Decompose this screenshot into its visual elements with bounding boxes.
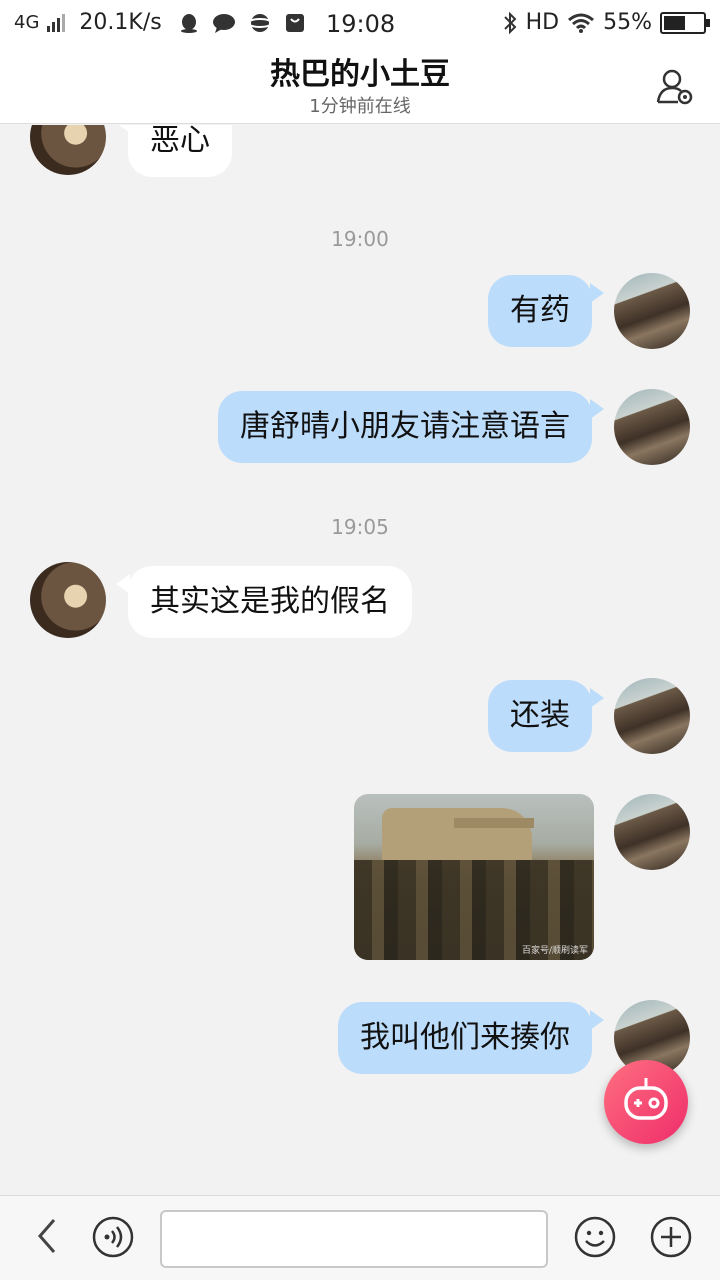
my-avatar[interactable] (614, 273, 690, 349)
timestamp: 19:05 (331, 515, 389, 539)
photo-tank (382, 808, 532, 868)
contact-avatar[interactable] (30, 562, 106, 638)
signal-icon (47, 13, 66, 32)
clock: 19:08 (326, 10, 396, 38)
chat-bubble-icon (212, 13, 235, 33)
online-status: 1分钟前在线 (309, 96, 411, 117)
back-arrow-icon[interactable] (30, 1216, 66, 1256)
image-message[interactable]: 百家号/顺刷读军 (354, 794, 594, 960)
timestamp: 19:00 (331, 227, 389, 251)
message-bubble-incoming[interactable]: 其实这是我的假名 (116, 566, 412, 638)
image-watermark: 百家号/顺刷读军 (521, 946, 588, 956)
message-bubble-outgoing[interactable]: 还装 (488, 680, 604, 752)
bluetooth-icon (503, 11, 517, 34)
my-avatar[interactable] (614, 678, 690, 754)
status-left: 4G 20.1K/s (14, 10, 306, 35)
wifi-icon (568, 13, 595, 33)
emoji-icon[interactable] (574, 1216, 616, 1258)
network-speed: 20.1K/s (79, 10, 162, 35)
photo-tank-gun (454, 818, 534, 828)
network-type: 4G (14, 12, 40, 33)
robot-icon (624, 1078, 668, 1120)
hd-indicator: HD (525, 10, 560, 35)
input-bar (0, 1195, 720, 1280)
message-bubble-outgoing[interactable]: 唐舒晴小朋友请注意语言 (218, 391, 604, 463)
plus-icon[interactable] (650, 1216, 692, 1258)
voice-icon[interactable] (92, 1216, 134, 1258)
user-settings-icon[interactable] (654, 66, 696, 108)
message-list[interactable]: 恶心 19:00 有药 唐舒晴小朋友请注意语言 19:05 其实这是我的假名 还… (0, 125, 720, 1195)
robot-assistant-button[interactable] (604, 1060, 688, 1144)
shopping-bag-icon (285, 13, 304, 32)
status-bar: 4G 20.1K/s 19:08 HD 55% (0, 0, 720, 50)
chat-header: 热巴的小土豆 1分钟前在线 (0, 50, 720, 124)
my-avatar[interactable] (614, 389, 690, 465)
message-bubble-incoming[interactable]: 恶心 (116, 125, 232, 177)
battery-icon (660, 11, 710, 34)
message-input-container (160, 1210, 548, 1268)
chat-screen: 4G 20.1K/s 19:08 HD 55% 热巴的小土豆 1分钟前在线 恶心… (0, 0, 720, 1280)
message-bubble-outgoing[interactable]: 我叫他们来揍你 (338, 1002, 604, 1074)
contact-name[interactable]: 热巴的小土豆 (0, 52, 720, 98)
planet-icon (247, 13, 272, 32)
contact-avatar[interactable] (30, 125, 106, 175)
my-avatar[interactable] (614, 794, 690, 870)
qq-icon (180, 13, 197, 33)
status-right: HD 55% (502, 10, 710, 35)
message-input[interactable] (162, 1212, 546, 1266)
battery-percent: 55% (603, 10, 652, 35)
notification-icons (178, 12, 306, 34)
battery-fill (664, 15, 685, 30)
message-bubble-outgoing[interactable]: 有药 (488, 275, 604, 347)
